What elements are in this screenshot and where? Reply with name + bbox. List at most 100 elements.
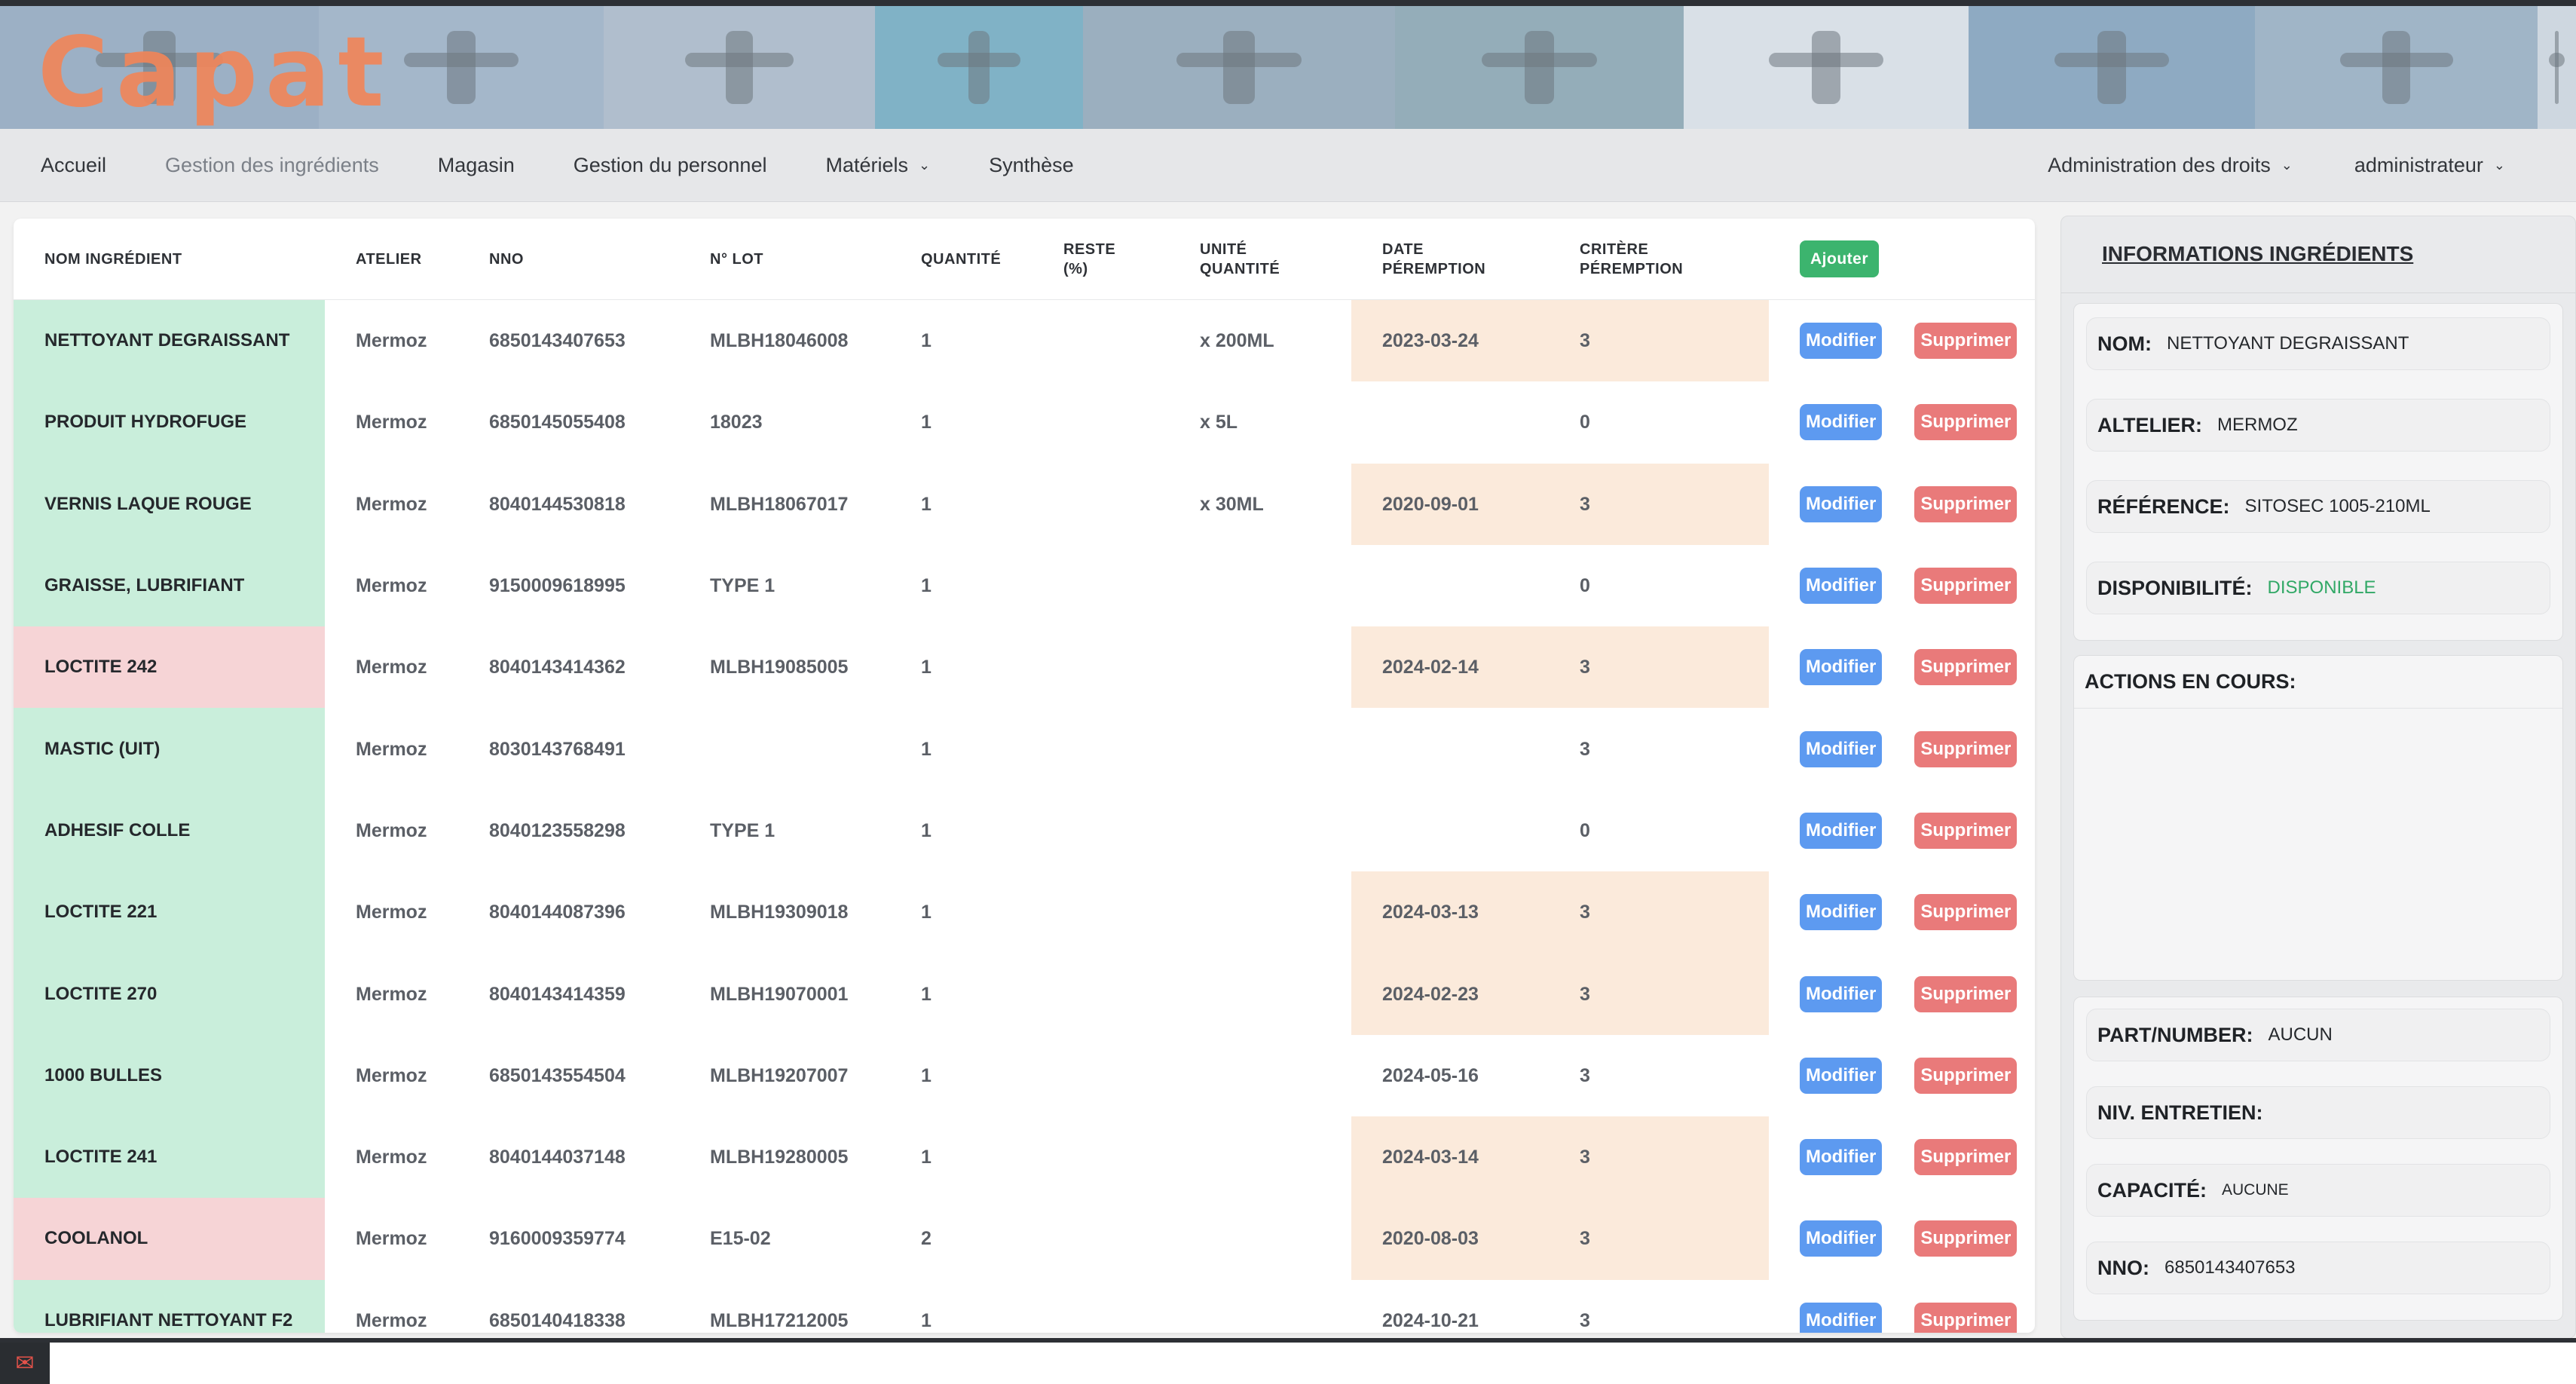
field-atelier: ALTELIER: MERMOZ (2086, 399, 2550, 452)
cell-lot: 18023 (710, 412, 763, 433)
nav-materiels-dropdown[interactable]: Matériels ⌄ (825, 154, 930, 177)
cell-date-peremption (1351, 545, 1549, 626)
chevron-down-icon: ⌄ (2493, 157, 2505, 173)
cell-nom-ingredient: LOCTITE 270 (14, 953, 325, 1035)
main-content: NOM INGRÉDIENT ATELIER NNO N° LOT QUANTI… (0, 202, 2576, 1369)
header-nno[interactable]: NNO (458, 250, 679, 269)
modify-button[interactable]: Modifier (1800, 730, 1883, 767)
cell-lot: MLBH19070001 (710, 983, 849, 1005)
header-quantite[interactable]: QUANTITÉ (890, 250, 1033, 269)
header-nom-ingredient[interactable]: NOM INGRÉDIENT (14, 250, 325, 269)
cell-reste (1033, 1280, 1169, 1333)
modify-button[interactable]: Modifier (1800, 1220, 1883, 1257)
modify-button[interactable]: Modifier (1800, 975, 1883, 1012)
cell-quantite: 1 (921, 493, 932, 515)
table-row[interactable]: VERNIS LAQUE ROUGE Mermoz 8040144530818 MLB… (14, 463, 2035, 545)
modify-button[interactable]: Modifier (1800, 568, 1883, 605)
modify-button[interactable]: Modifier (1800, 485, 1883, 522)
app-logo[interactable]: Capat (38, 17, 392, 129)
modify-button[interactable]: Modifier (1800, 404, 1883, 441)
modify-button[interactable]: Modifier (1800, 894, 1883, 931)
delete-button[interactable]: Supprimer (1914, 1302, 2018, 1333)
table-row[interactable]: COOLANOL Mermoz 9160009359774 E15-02 2 2020-0… (14, 1198, 2035, 1280)
modify-button[interactable]: Modifier (1800, 1139, 1883, 1176)
table-row[interactable]: NETTOYANT DEGRAISSANT Mermoz 6850143407653… (14, 300, 2035, 382)
cell-critere-peremption: 3 (1580, 1309, 1590, 1331)
cell-nom-ingredient: LOCTITE 241 (14, 1116, 325, 1199)
cell-nno: 6850143554504 (489, 1064, 626, 1086)
delete-button[interactable]: Supprimer (1914, 568, 2018, 605)
cell-date-peremption: 2024-05-16 (1382, 1064, 1479, 1086)
nav-magasin[interactable]: Magasin (438, 154, 515, 177)
debug-bar-icon[interactable]: ✉ (0, 1343, 50, 1384)
header-lot[interactable]: N° LOT (679, 250, 890, 269)
cell-date-peremption: 2024-03-14 (1351, 1116, 1549, 1199)
table-row[interactable]: LOCTITE 241 Mermoz 8040144037148 MLBH192800… (14, 1116, 2035, 1199)
nav-materiels-label: Matériels (825, 153, 908, 176)
cell-reste (1033, 1198, 1169, 1279)
delete-button[interactable]: Supprimer (1914, 404, 2018, 441)
header-date-peremption[interactable]: DATE PÉREMPTION (1351, 240, 1549, 279)
modify-button[interactable]: Modifier (1800, 649, 1883, 686)
cell-unite (1169, 1116, 1351, 1198)
header-atelier[interactable]: ATELIER (325, 250, 458, 269)
delete-button[interactable]: Supprimer (1914, 649, 2018, 686)
table-row[interactable]: LOCTITE 270 Mermoz 8040143414359 MLBH190700… (14, 953, 2035, 1035)
add-ingredient-button[interactable]: Ajouter (1800, 240, 1879, 277)
delete-button[interactable]: Supprimer (1914, 894, 2018, 931)
table-row[interactable]: LOCTITE 221 Mermoz 8040144087396 MLBH193090… (14, 871, 2035, 954)
cell-reste (1033, 381, 1169, 463)
field-capacite-label: CAPACITÉ: (2097, 1178, 2207, 1202)
window-top-edge (0, 0, 2576, 6)
modify-button[interactable]: Modifier (1800, 323, 1883, 360)
nav-admin-rights-dropdown[interactable]: Administration des droits ⌄ (2048, 154, 2293, 177)
delete-button[interactable]: Supprimer (1914, 1057, 2018, 1094)
cell-lot: MLBH17212005 (710, 1309, 849, 1331)
table-row[interactable]: LOCTITE 242 Mermoz 8040143414362 MLBH190850… (14, 626, 2035, 709)
cell-unite (1169, 953, 1351, 1034)
cell-nom-ingredient: LUBRIFIANT NETTOYANT F2 (14, 1279, 325, 1333)
cell-atelier: Mermoz (356, 902, 427, 923)
field-disponibilite-label: DISPONIBILITÉ: (2097, 576, 2253, 599)
delete-button[interactable]: Supprimer (1914, 1139, 2018, 1176)
nav-gestion-personnel[interactable]: Gestion du personnel (574, 154, 767, 177)
modify-button[interactable]: Modifier (1800, 1057, 1883, 1094)
delete-button[interactable]: Supprimer (1914, 730, 2018, 767)
cell-quantite: 1 (921, 412, 932, 433)
field-disponibilite: DISPONIBILITÉ: DISPONIBLE (2086, 562, 2550, 614)
delete-button[interactable]: Supprimer (1914, 1220, 2018, 1257)
table-row[interactable]: ADHESIF COLLE Mermoz 8040123558298 TYPE 1 1 0… (14, 789, 2035, 872)
table-row[interactable]: PRODUIT HYDROFUGE Mermoz 6850145055408 1802… (14, 381, 2035, 464)
header-unite[interactable]: UNITÉ QUANTITÉ (1169, 240, 1351, 279)
field-nom: NOM: NETTOYANT DEGRAISSANT (2086, 317, 2550, 370)
table-row[interactable]: 1000 BULLES Mermoz 6850143554504 MLBH192070… (14, 1034, 2035, 1116)
cell-atelier: Mermoz (356, 657, 427, 678)
cell-quantite: 1 (921, 738, 932, 760)
modify-button[interactable]: Modifier (1800, 1302, 1883, 1333)
cell-atelier: Mermoz (356, 1064, 427, 1086)
header-reste[interactable]: RESTE (%) (1033, 240, 1169, 279)
cell-quantite: 1 (921, 330, 932, 352)
cell-nno: 8040144037148 (489, 1147, 626, 1168)
cell-quantite: 1 (921, 983, 932, 1005)
modify-button[interactable]: Modifier (1800, 812, 1883, 849)
cell-nno: 8030143768491 (489, 738, 626, 760)
delete-button[interactable]: Supprimer (1914, 812, 2018, 849)
nav-gestion-ingredients[interactable]: Gestion des ingrédients (165, 154, 379, 177)
panel-title: INFORMATIONS INGRÉDIENTS (2061, 216, 2575, 293)
cell-unite (1169, 1198, 1351, 1279)
delete-button[interactable]: Supprimer (1914, 975, 2018, 1012)
table-row[interactable]: MASTIC (UIT) Mermoz 8030143768491 1 3 Modifie… (14, 708, 2035, 790)
cell-nom-ingredient: LOCTITE 221 (14, 871, 325, 954)
delete-button[interactable]: Supprimer (1914, 323, 2018, 360)
header-critere-peremption[interactable]: CRITÈRE PÉREMPTION (1549, 240, 1769, 279)
nav-user-dropdown[interactable]: administrateur ⌄ (2354, 154, 2505, 177)
cell-lot: MLBH19207007 (710, 1064, 849, 1086)
delete-button[interactable]: Supprimer (1914, 485, 2018, 522)
nav-admin-rights-label: Administration des droits (2048, 153, 2271, 176)
cell-date-peremption: 2024-02-23 (1351, 953, 1549, 1035)
nav-accueil[interactable]: Accueil (41, 154, 106, 177)
nav-synthese[interactable]: Synthèse (989, 154, 1074, 177)
table-row[interactable]: GRAISSE, LUBRIFIANT Mermoz 9150009618995 TY… (14, 544, 2035, 627)
table-row[interactable]: LUBRIFIANT NETTOYANT F2 Mermoz 68501404183… (14, 1279, 2035, 1333)
